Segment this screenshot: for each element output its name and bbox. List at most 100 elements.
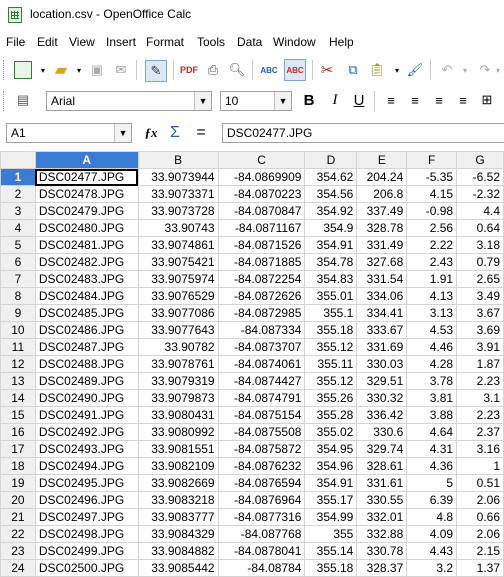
cell-c23[interactable]: -84.0878041 (217, 542, 306, 560)
merge-cells-icon[interactable]: ⊞ (478, 91, 496, 109)
row-header[interactable]: 12 (0, 355, 36, 373)
cell-e3[interactable]: 337.49 (356, 202, 408, 220)
cell-a20[interactable]: DSC02496.JPG (34, 491, 139, 509)
bold-icon[interactable]: B (300, 91, 318, 109)
sum-icon[interactable]: Σ (166, 124, 184, 142)
cell-g17[interactable]: 3.16 (456, 440, 504, 458)
cell-g6[interactable]: 0.79 (456, 253, 504, 271)
cell-c22[interactable]: -84.087768 (217, 525, 306, 543)
open-dropdown-arrow-icon[interactable]: ▾ (70, 61, 88, 79)
chevron-down-icon[interactable]: ▼ (194, 92, 211, 110)
cell-c19[interactable]: -84.0876594 (217, 474, 306, 492)
column-header-b[interactable]: B (137, 151, 219, 169)
cell-f5[interactable]: 2.22 (406, 236, 458, 254)
cell-g1[interactable]: -6.52 (456, 168, 504, 186)
row-header[interactable]: 18 (0, 457, 36, 475)
cell-c13[interactable]: -84.0874427 (217, 372, 306, 390)
cell-e10[interactable]: 333.67 (356, 321, 408, 339)
cell-b14[interactable]: 33.9079873 (137, 389, 219, 407)
cell-c2[interactable]: -84.0870223 (217, 185, 306, 203)
cell-g12[interactable]: 1.87 (456, 355, 504, 373)
cell-e9[interactable]: 334.41 (356, 304, 408, 322)
underline-icon[interactable]: U (350, 91, 368, 109)
cell-d11[interactable]: 355.12 (304, 338, 358, 356)
cell-d12[interactable]: 355.11 (304, 355, 358, 373)
cell-g11[interactable]: 3.91 (456, 338, 504, 356)
cell-g13[interactable]: 2.23 (456, 372, 504, 390)
menu-help[interactable]: Help (329, 35, 354, 49)
cell-d16[interactable]: 355.02 (304, 423, 358, 441)
cell-d9[interactable]: 355.1 (304, 304, 358, 322)
cell-b21[interactable]: 33.9083777 (137, 508, 219, 526)
clone-formatting-icon[interactable]: 🖌︎ (406, 61, 424, 79)
cell-b6[interactable]: 33.9075421 (137, 253, 219, 271)
cell-a21[interactable]: DSC02497.JPG (34, 508, 139, 526)
cell-a11[interactable]: DSC02487.JPG (34, 338, 139, 356)
row-header[interactable]: 21 (0, 508, 36, 526)
cell-e15[interactable]: 336.42 (356, 406, 408, 424)
row-header[interactable]: 22 (0, 525, 36, 543)
cell-b16[interactable]: 33.9080992 (137, 423, 219, 441)
row-header[interactable]: 1 (0, 168, 36, 186)
cell-b3[interactable]: 33.9073728 (137, 202, 219, 220)
cell-c8[interactable]: -84.0872626 (217, 287, 306, 305)
cell-b13[interactable]: 33.9079319 (137, 372, 219, 390)
cell-d3[interactable]: 354.92 (304, 202, 358, 220)
menu-format[interactable]: Format (146, 35, 184, 49)
cell-d23[interactable]: 355.14 (304, 542, 358, 560)
cell-d10[interactable]: 355.18 (304, 321, 358, 339)
cell-g14[interactable]: 3.1 (456, 389, 504, 407)
menu-tools[interactable]: Tools (197, 35, 225, 49)
cell-d1[interactable]: 354.62 (304, 168, 358, 186)
cell-b10[interactable]: 33.9077643 (137, 321, 219, 339)
cell-f21[interactable]: 4.8 (406, 508, 458, 526)
cell-f11[interactable]: 4.46 (406, 338, 458, 356)
cell-g10[interactable]: 3.69 (456, 321, 504, 339)
cell-b24[interactable]: 33.9085442 (137, 559, 219, 577)
cell-a16[interactable]: DSC02492.JPG (34, 423, 139, 441)
cell-e20[interactable]: 330.55 (356, 491, 408, 509)
cell-d15[interactable]: 355.28 (304, 406, 358, 424)
cell-a1[interactable]: DSC02477.JPG (34, 168, 139, 186)
row-header[interactable]: 14 (0, 389, 36, 407)
align-right-icon[interactable]: ≡ (430, 91, 448, 109)
cell-e6[interactable]: 327.68 (356, 253, 408, 271)
menu-view[interactable]: View (69, 35, 95, 49)
cell-b4[interactable]: 33.90743 (137, 219, 219, 237)
cell-c17[interactable]: -84.0875872 (217, 440, 306, 458)
cell-f13[interactable]: 3.78 (406, 372, 458, 390)
chevron-down-icon[interactable]: ▼ (114, 124, 131, 142)
redo-icon[interactable]: ↷ (476, 61, 494, 79)
menu-edit[interactable]: Edit (37, 35, 58, 49)
cell-b18[interactable]: 33.9082109 (137, 457, 219, 475)
column-header-g[interactable]: G (456, 151, 504, 169)
cell-c1[interactable]: -84.0869909 (217, 168, 306, 186)
row-header[interactable]: 24 (0, 559, 36, 577)
row-header[interactable]: 4 (0, 219, 36, 237)
cell-b5[interactable]: 33.9074861 (137, 236, 219, 254)
cell-b22[interactable]: 33.9084329 (137, 525, 219, 543)
autospellcheck-icon[interactable]: ABC (284, 59, 306, 81)
cell-a7[interactable]: DSC02483.JPG (34, 270, 139, 288)
redo-dropdown-arrow-icon[interactable]: ▾ (493, 61, 503, 79)
cell-f20[interactable]: 6.39 (406, 491, 458, 509)
cell-d17[interactable]: 354.95 (304, 440, 358, 458)
column-header-f[interactable]: F (406, 151, 458, 169)
cell-c21[interactable]: -84.0877316 (217, 508, 306, 526)
cell-d13[interactable]: 355.12 (304, 372, 358, 390)
cell-c11[interactable]: -84.0873707 (217, 338, 306, 356)
cell-e19[interactable]: 331.61 (356, 474, 408, 492)
cell-e2[interactable]: 206.8 (356, 185, 408, 203)
menu-window[interactable]: Window (273, 35, 316, 49)
cell-a24[interactable]: DSC02500.JPG (34, 559, 139, 577)
cell-d21[interactable]: 354.99 (304, 508, 358, 526)
cell-a13[interactable]: DSC02489.JPG (34, 372, 139, 390)
cell-c20[interactable]: -84.0876964 (217, 491, 306, 509)
cell-e14[interactable]: 330.32 (356, 389, 408, 407)
email-icon[interactable]: ✉ (112, 61, 130, 79)
cell-g22[interactable]: 2.06 (456, 525, 504, 543)
cell-f7[interactable]: 1.91 (406, 270, 458, 288)
cell-a19[interactable]: DSC02495.JPG (34, 474, 139, 492)
new-dropdown-arrow-icon[interactable]: ▾ (34, 61, 52, 79)
cell-f2[interactable]: 4.15 (406, 185, 458, 203)
